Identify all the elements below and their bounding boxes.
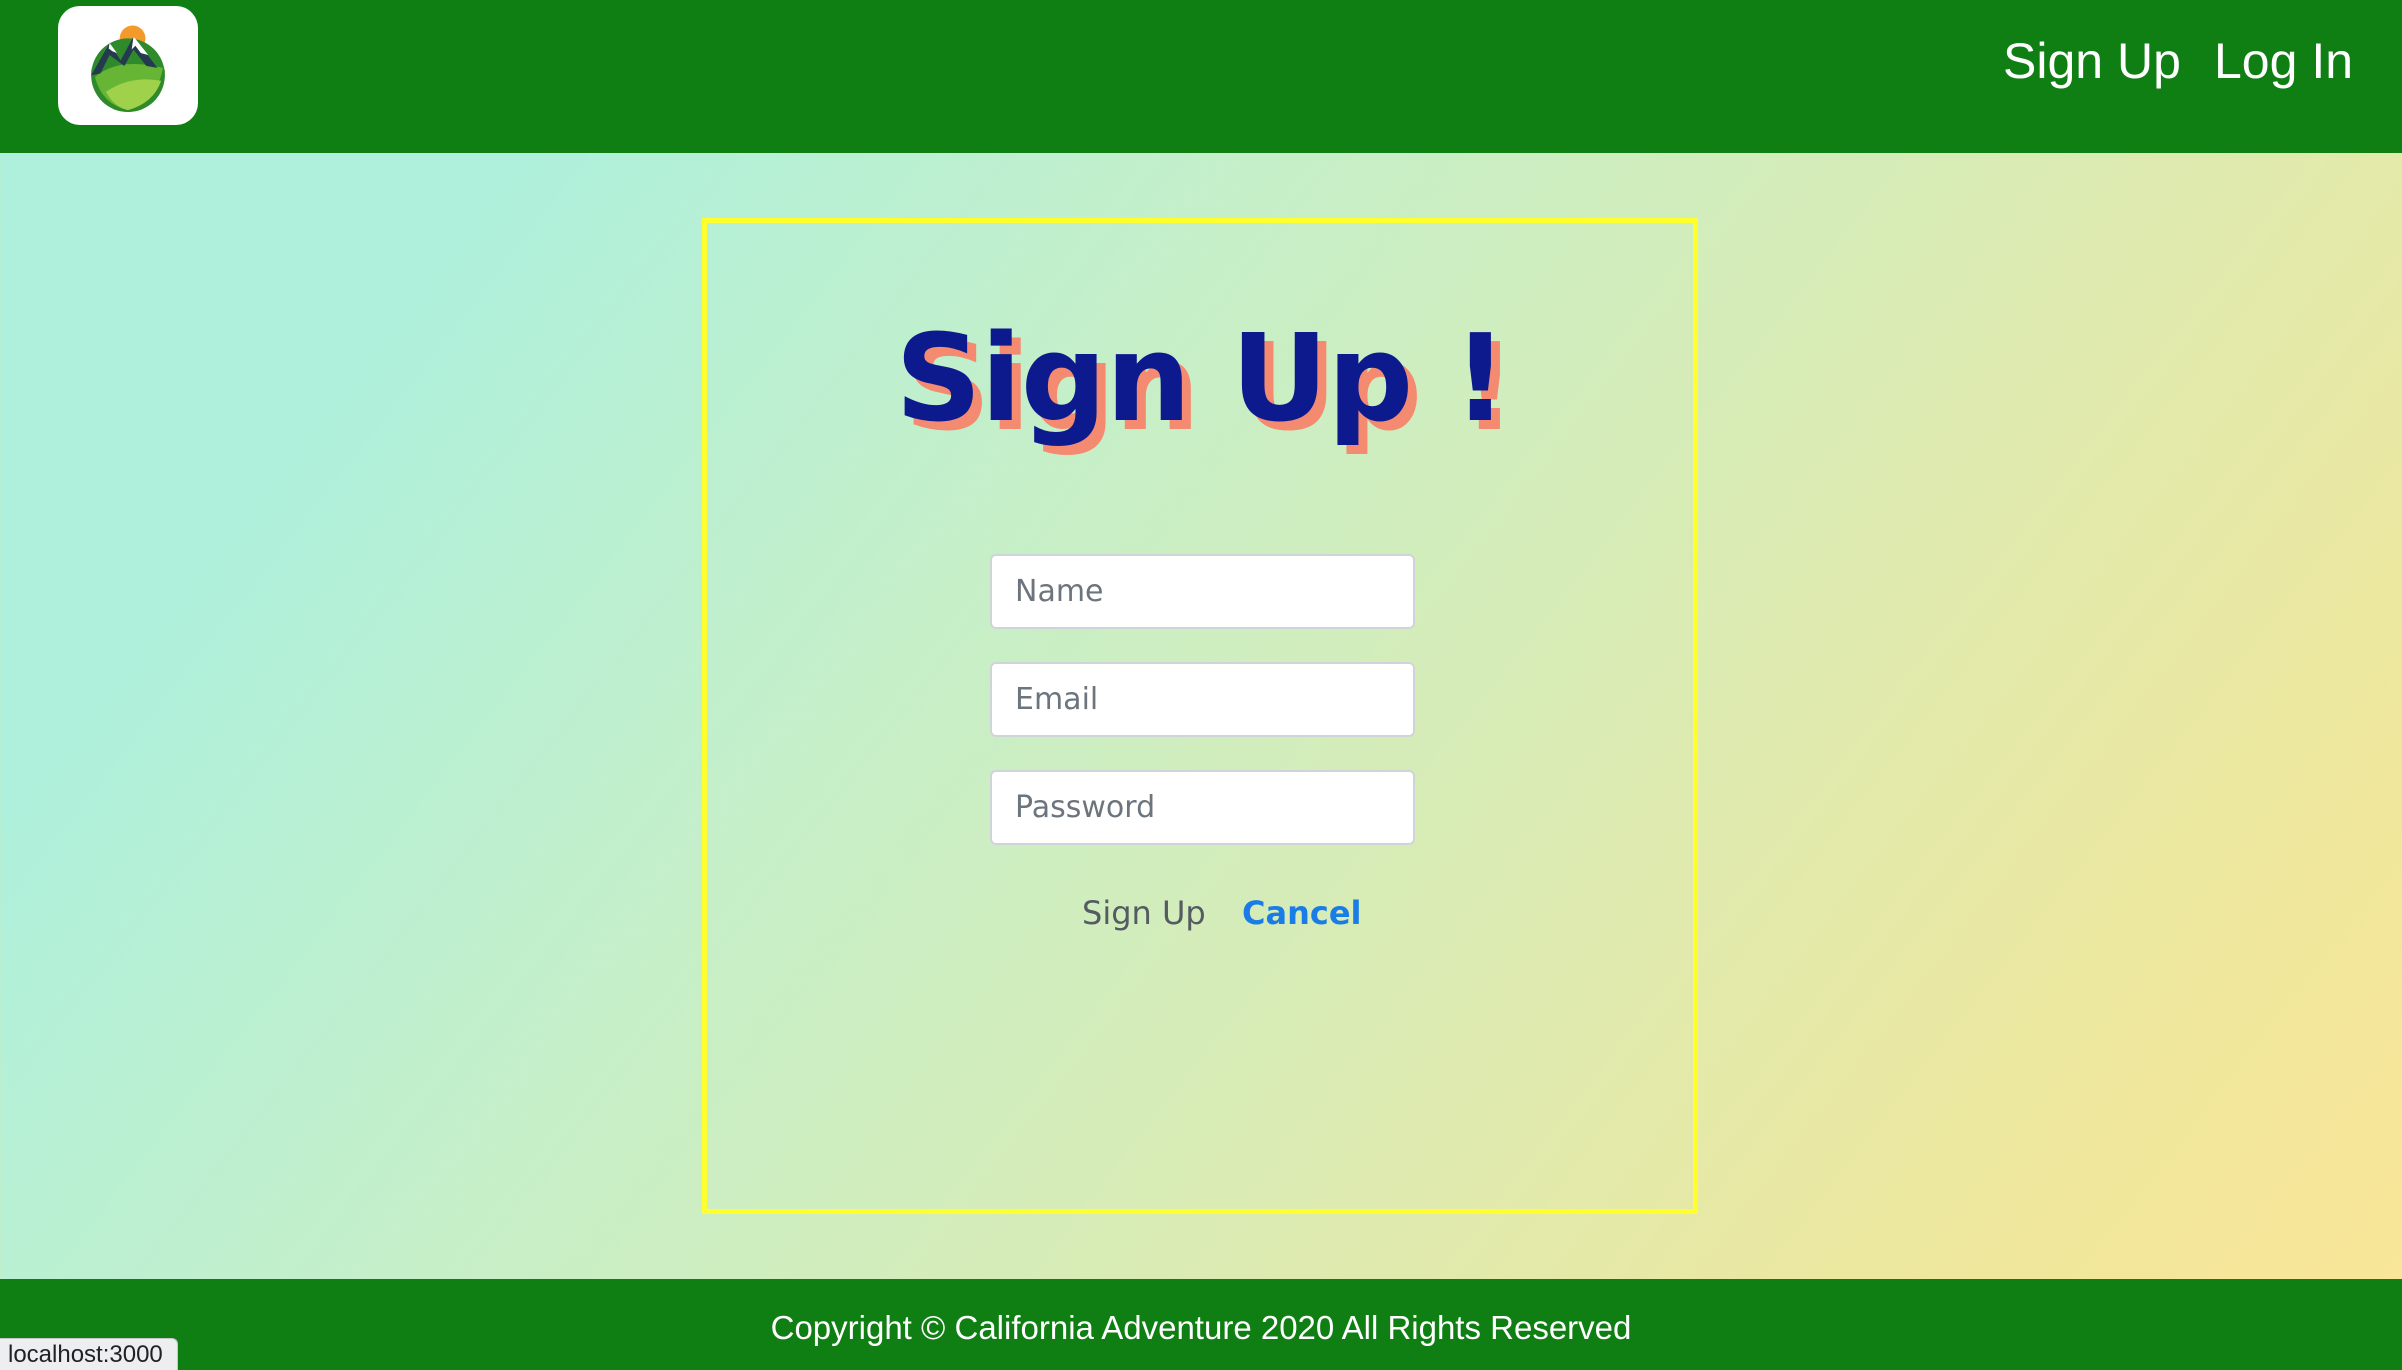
cancel-button[interactable]: Cancel	[1242, 888, 1362, 938]
signup-submit-button[interactable]: Sign Up	[1082, 888, 1206, 938]
brand-logo[interactable]	[58, 6, 198, 125]
status-bar-url: localhost:3000	[0, 1338, 178, 1370]
password-input[interactable]	[990, 770, 1415, 845]
nav-signup-link[interactable]: Sign Up	[2003, 28, 2181, 94]
name-input[interactable]	[990, 554, 1415, 629]
mountain-sun-logo-icon	[91, 25, 165, 112]
nav-login-link[interactable]: Log In	[2214, 28, 2353, 94]
top-navbar: Sign Up Log In	[0, 0, 2402, 153]
email-input[interactable]	[990, 662, 1415, 737]
page-title: Sign Up !	[895, 310, 1508, 449]
copyright-text: Copyright © California Adventure 2020 Al…	[770, 1309, 1632, 1346]
